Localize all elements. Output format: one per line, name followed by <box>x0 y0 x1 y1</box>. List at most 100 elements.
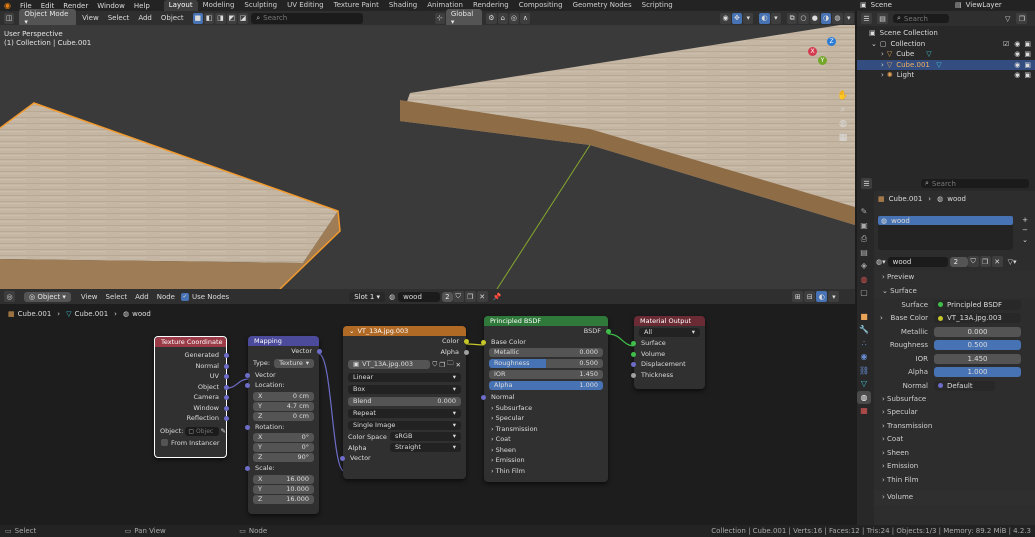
extension-select[interactable]: Repeat ▾ <box>348 409 461 418</box>
image-open-icon[interactable]: 🗀 <box>447 359 454 370</box>
tab-texture-paint[interactable]: Texture Paint <box>329 0 384 11</box>
camera-view-icon[interactable]: ⌕ <box>836 105 850 119</box>
overlay-dropdown-icon[interactable]: ▾ <box>770 12 782 24</box>
outliner-item-cube-001[interactable]: › ▽ Cube.001 ▽ ◉ ▣ <box>857 59 1035 70</box>
menu-help[interactable]: Help <box>134 2 150 10</box>
duplicate-material-icon[interactable]: ❐ <box>979 256 991 267</box>
normal-field[interactable]: Default <box>934 380 995 391</box>
blend-field[interactable]: Blend 0.000 <box>348 397 461 406</box>
world-tab-icon[interactable]: ◍ <box>857 273 871 287</box>
chevron-down-icon[interactable]: ⌄ <box>871 40 877 48</box>
panel-specular[interactable]: › Specular <box>484 413 608 424</box>
socket-normal-in[interactable] <box>481 395 486 400</box>
select-extend-icon[interactable]: ◧ <box>204 12 215 24</box>
camera-icon[interactable]: ▣ <box>1024 71 1031 79</box>
ne-menu-select[interactable]: Select <box>106 293 128 301</box>
browse-filter-icon[interactable]: ▽▾ <box>1008 258 1017 266</box>
eye-icon[interactable]: ◉ <box>1014 71 1020 79</box>
gizmo-y-axis[interactable]: Y <box>818 56 827 65</box>
alpha-mode-select[interactable]: Straight ▾ <box>390 443 461 452</box>
chevron-down-icon[interactable]: ⌄ <box>349 327 354 335</box>
view-layer-selector[interactable]: ▤ ViewLayer <box>955 1 1002 9</box>
socket-scale[interactable] <box>245 466 250 471</box>
material-output-header[interactable]: Material Output <box>634 316 705 326</box>
section-volume[interactable]: › Volume <box>874 491 1035 505</box>
tab-uv-editing[interactable]: UV Editing <box>282 0 329 11</box>
outliner-search[interactable]: ⌕ Search <box>893 14 949 23</box>
section-preview[interactable]: › Preview <box>874 271 1035 285</box>
socket-displacement[interactable] <box>631 362 636 367</box>
source-select[interactable]: Single Image ▾ <box>348 421 461 430</box>
node-principled-bsdf[interactable]: Principled BSDF BSDF Base Color Metallic… <box>481 316 611 482</box>
material-name-field[interactable]: wood <box>398 291 441 302</box>
alpha-field[interactable]: 1.000 <box>934 367 1021 378</box>
socket-normal[interactable] <box>224 363 229 369</box>
gizmo-dropdown-icon[interactable]: ▾ <box>743 12 754 24</box>
panel-subsurface[interactable]: › Subsurface <box>484 403 608 414</box>
output-target-select[interactable]: All ▾ <box>639 328 700 337</box>
camera-icon[interactable]: ▣ <box>1024 61 1031 69</box>
vp-menu-select[interactable]: Select <box>108 14 130 22</box>
socket-mapping-vector-in[interactable] <box>245 372 250 378</box>
panel-coat[interactable]: › Coat <box>484 434 608 445</box>
properties-editor-icon[interactable]: ☰ <box>861 178 872 189</box>
shading-solid-icon[interactable]: ● <box>809 12 820 24</box>
camera-icon[interactable]: ▣ <box>1024 50 1031 58</box>
menu-window[interactable]: Window <box>97 2 125 10</box>
scene-selector[interactable]: ▣ Scene <box>860 1 892 9</box>
socket-surface[interactable] <box>631 341 636 346</box>
ne-menu-node[interactable]: Node <box>157 293 175 301</box>
object-picker-field[interactable]: ▢ Objec <box>185 426 219 436</box>
scale-x-field[interactable]: X 16.000 <box>253 474 314 484</box>
ior-field[interactable]: IOR 1.450 <box>489 370 603 379</box>
new-material-icon[interactable]: ❐ <box>464 291 476 302</box>
scale-y-field[interactable]: Y 10.000 <box>253 484 314 494</box>
interpolation-select[interactable]: Linear ▾ <box>348 373 461 382</box>
colorspace-select[interactable]: sRGB ▾ <box>390 432 461 441</box>
add-slot-icon[interactable]: + <box>1020 215 1030 225</box>
outliner-item-cube[interactable]: › ▽ Cube ▽ ◉ ▣ <box>857 49 1035 60</box>
snap-icon[interactable]: ⌂ <box>497 12 508 24</box>
eye-icon[interactable]: ◉ <box>1014 50 1020 58</box>
socket-base-color[interactable] <box>481 339 486 345</box>
node-texture-coordinate[interactable]: Texture Coordinate Generated Normal UV O… <box>154 336 229 458</box>
subpanel-specular[interactable]: › Specular <box>874 406 1035 420</box>
fake-user-icon[interactable]: ⛉ <box>967 256 979 267</box>
camera-icon[interactable]: ▣ <box>1024 40 1031 48</box>
eyedropper-icon[interactable]: ✎ <box>221 427 226 435</box>
socket-image-color[interactable] <box>464 339 469 344</box>
mapping-header[interactable]: Mapping <box>248 336 319 346</box>
ne-menu-view[interactable]: View <box>81 293 98 301</box>
render-tab-icon[interactable]: ▣ <box>857 219 871 233</box>
material-browse-icon[interactable]: ◍ <box>389 293 395 301</box>
image-browse-field[interactable]: ▣ VT_13A.jpg.003 <box>348 360 431 369</box>
output-tab-icon[interactable]: ⎙ <box>857 232 871 246</box>
tab-scripting[interactable]: Scripting <box>637 0 678 11</box>
unlink-material-icon[interactable]: ✕ <box>991 256 1003 267</box>
socket-image-alpha[interactable] <box>464 349 469 355</box>
rotation-z-field[interactable]: Z 90° <box>253 453 314 462</box>
grid-toggle-icon[interactable]: ▦ <box>836 133 850 147</box>
shader-type-select[interactable]: ◎ Object ▾ <box>24 291 71 302</box>
subpanel-sheen[interactable]: › Sheen <box>874 447 1035 461</box>
texture-coordinate-header[interactable]: Texture Coordinate <box>155 337 226 347</box>
gizmo-toggle-icon[interactable]: ✥ <box>731 12 743 24</box>
select-mode-icon[interactable]: ■ <box>192 12 203 24</box>
section-surface[interactable]: ⌄ Surface <box>874 284 1035 298</box>
snap-node-icon[interactable]: ⊞ <box>792 291 804 302</box>
node-material-output[interactable]: Material Output All ▾ Surface Volume Disp… <box>631 316 705 389</box>
location-x-field[interactable]: X0 cm <box>253 391 314 401</box>
editor-type-node-icon[interactable]: ◎ <box>4 291 15 302</box>
image-unlink-icon[interactable]: ✕ <box>456 361 461 369</box>
subpanel-transmission[interactable]: › Transmission <box>874 420 1035 434</box>
new-collection-icon[interactable]: ❐ <box>1016 13 1028 24</box>
navigation-gizmo[interactable]: Z X Y <box>806 37 840 71</box>
subpanel-thin-film[interactable]: › Thin Film <box>874 474 1035 488</box>
vp-menu-add[interactable]: Add <box>138 14 152 22</box>
material-users-count[interactable]: 2 <box>949 256 968 267</box>
socket-bsdf-out[interactable] <box>606 329 611 334</box>
chevron-right-icon[interactable]: › <box>881 61 884 69</box>
socket-window[interactable] <box>224 405 229 411</box>
pin-icon[interactable]: 📌 <box>493 293 502 301</box>
shading-dropdown-icon[interactable]: ▾ <box>843 12 854 24</box>
